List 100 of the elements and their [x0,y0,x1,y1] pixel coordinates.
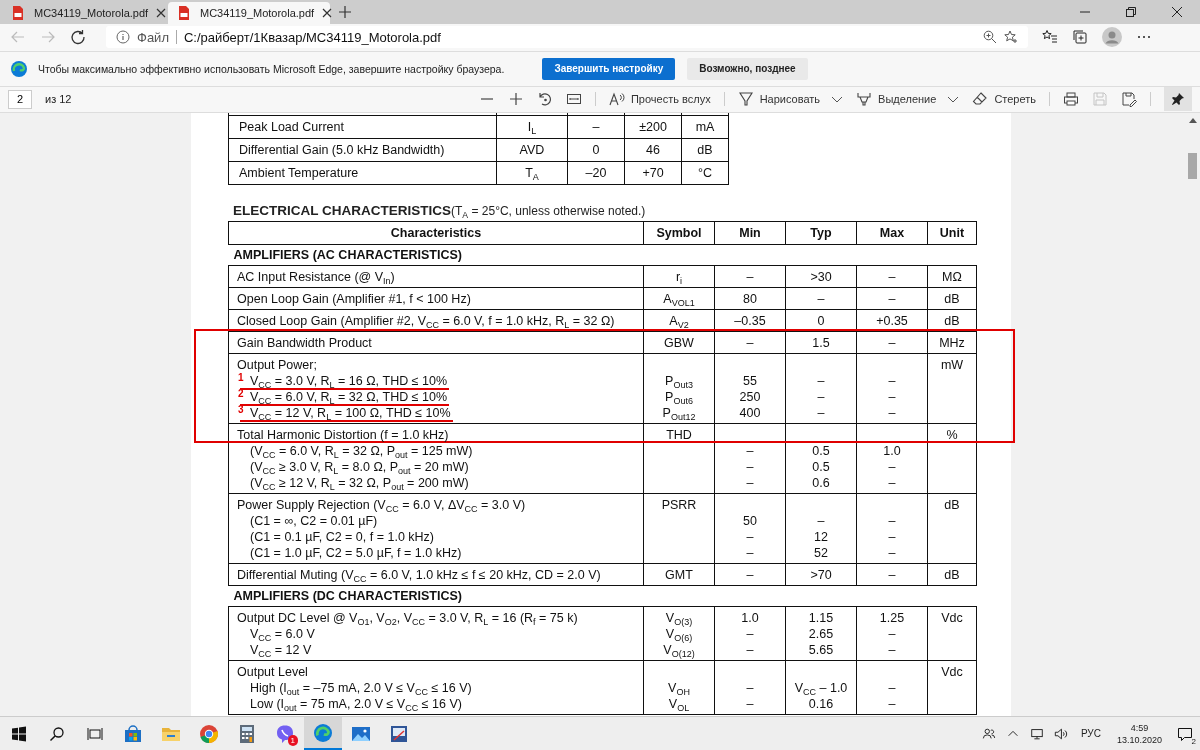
cell-text: – [888,642,896,657]
toolbar-button[interactable]: Стереть [972,91,1036,108]
language-indicator[interactable]: РУС [1080,728,1101,739]
cell-text: Low (I$_{out}$ = 75 mA, 2.0 V ≤ V$_{CC}$ ≤ 16 V) [250,696,462,711]
table-cell: Peak Load Current [239,119,344,134]
search-icon[interactable] [49,725,65,742]
task-view-icon[interactable] [87,725,103,742]
notifications-button[interactable]: 2 [1170,725,1200,742]
save-as-icon[interactable] [1121,91,1137,108]
cell-text: 50 [743,513,757,528]
network-icon[interactable] [1029,726,1044,741]
infobar-message: Чтобы максимально эффективно использовать Microsoft Edge, завершите настройку браузера. [38,61,505,76]
cell-text: – [888,459,896,474]
cell-text: – [746,696,754,711]
finish-setup-button[interactable]: Завершить настройку [542,57,676,80]
toolbar-button[interactable]: Нарисовать [737,91,821,108]
cell-text: – [746,269,754,284]
cell-text: Vdc [941,664,963,679]
chat-bubble-icon [275,723,295,744]
address-field[interactable]: Файл C:/райберт/1Квазар/MC34119_Motorola.pdf [106,26,1028,49]
cell-text: +0.35 [876,313,908,328]
cell-text: Power Supply Rejection (V$_{CC}$ = 6.0 V, ΔV$_{CC}$ = 3.0 V) [237,497,526,512]
table-cell: T$_{A}$ [525,165,539,180]
table-cell: – [592,119,600,134]
new-tab-icon[interactable] [338,4,352,19]
cell-text: P$_{Out12}$ [662,405,696,420]
cell-text: – [888,626,896,641]
volume-icon[interactable] [1053,726,1068,741]
cell-text: PSRR [661,497,697,512]
cell-text: – [817,389,825,404]
cell-text: V$_{O(12)}$ [663,642,695,657]
cell-text: Total Harmonic Distortion (f = 1.0 kHz) [237,427,449,442]
cell-text: – [888,529,896,544]
pin-toolbar-button[interactable] [1164,87,1192,112]
cell-text: Differential Muting (V$_{CC}$ = 6.0 V, 1.0 kHz ≤ f ≤ 20 kHz, CD = 2.0 V) [237,567,601,582]
column-header: Max [879,225,905,240]
cell-text: High (I$_{out}$ = –75 mA, 2.0 V ≤ V$_{CC}$ ≤ 16 V) [250,680,472,695]
cell-text: – [746,459,754,474]
cell-text: A$_{V2}$ [669,313,689,328]
cell-text: 80 [743,291,757,306]
table-cell: 46 [646,142,660,157]
collections-icon[interactable] [1072,29,1088,46]
zoom-in-icon[interactable] [507,91,524,108]
close-icon[interactable] [1171,5,1183,18]
cell-text: – [888,680,896,695]
restore-icon[interactable] [1125,5,1137,18]
toolbar-button[interactable]: Прочесть вслух [608,91,711,108]
cell-text: (V$_{CC}$ = 6.0 V, R$_{L}$ = 32 Ω, P$_{out}$ = 125 mW) [250,443,473,458]
refresh-icon[interactable] [70,29,86,46]
message-icon [1177,725,1193,742]
cell-text: 0.5 [812,443,830,458]
cell-text: – [888,269,896,284]
later-button[interactable]: Возможно, позднее [687,57,808,80]
page-number-field[interactable]: 2 [8,89,32,109]
cell-text: Closed Loop Gain (Amplifier #2, V$_{CC}$ = 6.0 V, f = 1.0 kHz, R$_{L}$ = 32 Ω) [237,313,615,328]
cell-text: >30 [810,269,832,284]
cell-text: mW [940,357,964,372]
cell-text: THD [666,427,692,442]
favorites-icon[interactable] [1042,29,1058,46]
zoom-icon[interactable] [983,30,997,45]
close-icon[interactable] [322,7,333,18]
cell-text: 1.15 [808,610,834,625]
cell-text: Output Power; [237,357,317,372]
cell-text: V$_{O(6)}$ [665,626,693,641]
table-cell: 0 [592,142,600,157]
rotate-icon[interactable] [536,91,553,108]
cell-text: – [746,626,754,641]
edge-logo-icon [10,59,28,78]
taskbar-app[interactable] [304,717,342,750]
cell-text: V$_{CC}$ = 12 V [250,642,312,657]
cell-text: – [746,335,754,350]
table-cell: Ambient Temperature [239,165,359,180]
shopping-bag-icon [123,723,143,744]
cell-text: – [817,291,825,306]
taskbar-app[interactable]: 1 [266,717,304,750]
cell-text: 2.65 [808,626,834,641]
print-icon[interactable] [1063,91,1079,108]
chrome-logo-icon [199,723,219,744]
pin-icon [1171,92,1185,107]
browser-tab[interactable]: MC34119_Motorola.pdf [2,1,164,24]
toolbar-button[interactable]: Выделение [856,91,937,108]
cell-text: 1.5 [812,335,830,350]
windows-start-icon[interactable] [11,725,27,742]
cell-text: >70 [810,567,832,582]
cell-text: (C1 = 0.1 µF, C2 = 0, f = 1.0 kHz) [250,529,434,544]
notification-badge: 1 [287,735,298,746]
cell-text: V$_{O(3)}$ [665,610,693,625]
browser-tab[interactable]: MC34119_Motorola.pdf [168,1,330,24]
annotation-number: 1 [238,371,244,385]
column-header: Symbol [656,225,702,240]
read-aloud-icon [608,91,625,108]
people-icon[interactable] [981,726,996,741]
clock[interactable]: 4:59 13.10.2020 [1116,721,1162,746]
star-icon[interactable] [1004,30,1018,45]
close-icon[interactable] [156,7,167,18]
profile-avatar[interactable] [1102,27,1122,48]
cell-text: – [888,405,896,420]
pen-icon [737,91,754,108]
cell-text: Gain Bandwidth Product [237,335,372,350]
cell-text: 12 [814,529,828,544]
